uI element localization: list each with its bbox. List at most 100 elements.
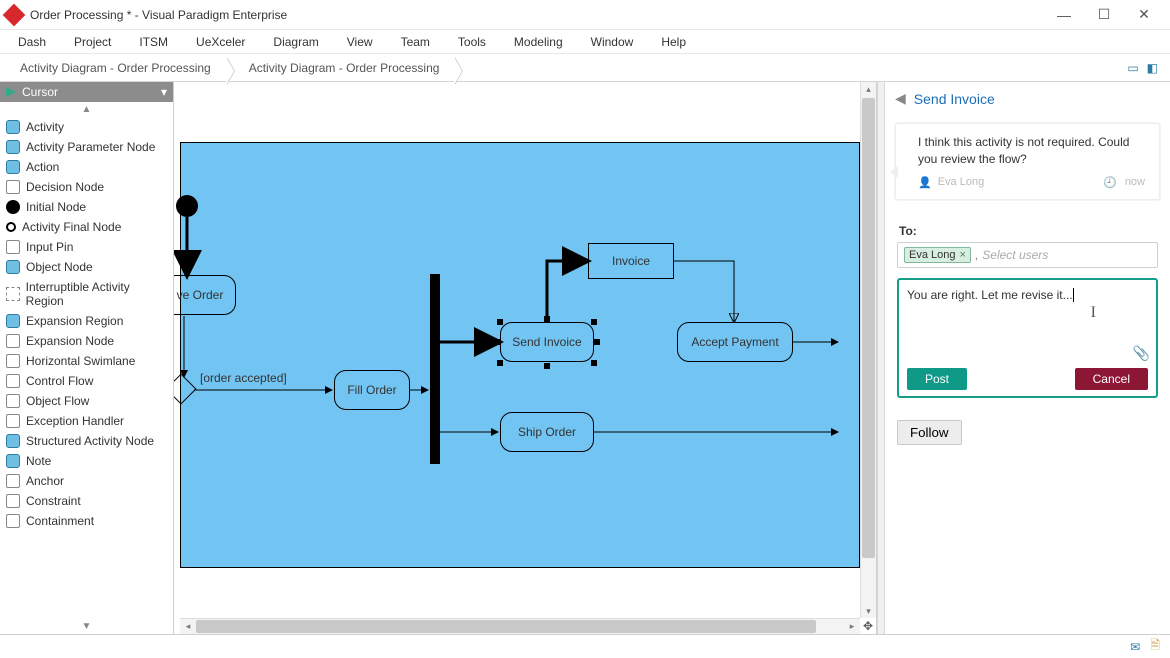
notes-icon[interactable]: 🗎	[1150, 636, 1160, 657]
selection-handle[interactable]	[594, 339, 600, 345]
palette-item-final[interactable]: Activity Final Node	[0, 217, 173, 237]
selection-handle[interactable]	[544, 363, 550, 369]
palette-cursor-label: Cursor	[22, 85, 58, 99]
expansion-region-icon	[6, 314, 20, 328]
chevron-down-icon: ▾	[161, 85, 167, 99]
node-ship-order[interactable]: Ship Order	[500, 412, 594, 452]
palette-cursor[interactable]: Cursor ▾	[0, 82, 173, 102]
mail-icon[interactable]: ✉	[1130, 640, 1140, 654]
breadcrumb-item[interactable]: Activity Diagram - Order Processing	[8, 57, 227, 79]
horizontal-scrollbar[interactable]: ◂ ▸	[180, 618, 860, 634]
selection-handle[interactable]	[497, 360, 503, 366]
text-cursor-icon: I	[1091, 304, 1096, 322]
palette-collapse-up[interactable]: ▲	[0, 102, 173, 117]
palette-item-initial[interactable]: Initial Node	[0, 197, 173, 217]
node-fill-order[interactable]: Fill Order	[334, 370, 410, 410]
toolbar-icon[interactable]: ◧	[1147, 61, 1158, 75]
menu-uexceler[interactable]: UeXceler	[196, 35, 245, 49]
scrollbar-thumb[interactable]	[196, 620, 816, 633]
menu-tools[interactable]: Tools	[458, 35, 486, 49]
palette-collapse-down[interactable]: ▼	[0, 619, 173, 634]
comment-text: I think this activity is not required. C…	[918, 134, 1145, 168]
palette-item-expansion-region[interactable]: Expansion Region	[0, 311, 173, 331]
selection-handle[interactable]	[591, 319, 597, 325]
activity-param-icon	[6, 140, 20, 154]
palette-item-expansion-node[interactable]: Expansion Node	[0, 331, 173, 351]
follow-button[interactable]: Follow	[897, 420, 962, 445]
comment-user: Eva Long	[938, 176, 984, 188]
node-send-invoice[interactable]: Send Invoice	[500, 322, 594, 362]
toolbar-icon[interactable]: ▭	[1127, 61, 1138, 75]
menu-itsm[interactable]: ITSM	[139, 35, 168, 49]
palette-item-activity[interactable]: Activity	[0, 117, 173, 137]
node-initial[interactable]	[176, 195, 198, 217]
back-icon[interactable]: ◀	[895, 90, 906, 107]
diagram-area[interactable]: ve Order Fill Order Send Invoice Invoice…	[174, 82, 877, 634]
breadcrumb-item[interactable]: Activity Diagram - Order Processing	[237, 57, 456, 79]
menu-view[interactable]: View	[347, 35, 373, 49]
initial-icon	[6, 200, 20, 214]
palette-item-control-flow[interactable]: Control Flow	[0, 371, 173, 391]
selection-handle[interactable]	[544, 316, 550, 322]
menu-help[interactable]: Help	[661, 35, 686, 49]
close-button[interactable]: ✕	[1124, 0, 1164, 30]
input-pin-icon	[6, 240, 20, 254]
user-chip[interactable]: Eva Long ×	[904, 247, 971, 263]
palette-item-constraint[interactable]: Constraint	[0, 491, 173, 511]
node-receive-order[interactable]: ve Order	[174, 275, 236, 315]
anchor-icon	[6, 474, 20, 488]
breadcrumb: Activity Diagram - Order Processing Acti…	[0, 54, 1170, 82]
palette-item-containment[interactable]: Containment	[0, 511, 173, 531]
palette-item-activity-param[interactable]: Activity Parameter Node	[0, 137, 173, 157]
palette-item-exception[interactable]: Exception Handler	[0, 411, 173, 431]
attachment-icon[interactable]: 📎	[1133, 345, 1150, 362]
menu-project[interactable]: Project	[74, 35, 111, 49]
exception-icon	[6, 414, 20, 428]
node-fork-bar[interactable]	[430, 274, 440, 464]
palette-item-input-pin[interactable]: Input Pin	[0, 237, 173, 257]
palette-item-swimlane[interactable]: Horizontal Swimlane	[0, 351, 173, 371]
chip-remove-icon[interactable]: ×	[959, 249, 965, 261]
pan-icon[interactable]: ✥	[860, 618, 876, 634]
menubar: Dash Project ITSM UeXceler Diagram View …	[0, 30, 1170, 54]
scrollbar-thumb[interactable]	[862, 98, 875, 558]
palette-item-structured[interactable]: Structured Activity Node	[0, 431, 173, 451]
cancel-button[interactable]: Cancel	[1075, 368, 1148, 390]
final-icon	[6, 222, 16, 232]
menu-window[interactable]: Window	[591, 35, 634, 49]
structured-icon	[6, 434, 20, 448]
palette-item-object-node[interactable]: Object Node	[0, 257, 173, 277]
selection-handle[interactable]	[497, 319, 503, 325]
control-flow-icon	[6, 374, 20, 388]
to-separator: ,	[975, 248, 978, 262]
splitter[interactable]	[877, 82, 885, 634]
palette-item-decision[interactable]: Decision Node	[0, 177, 173, 197]
panel-title: Send Invoice	[914, 91, 995, 107]
menu-diagram[interactable]: Diagram	[273, 35, 318, 49]
menu-dash[interactable]: Dash	[18, 35, 46, 49]
message-box[interactable]: You are right. Let me revise it... I 📎 P…	[897, 278, 1158, 398]
to-label: To:	[899, 224, 1156, 238]
menu-modeling[interactable]: Modeling	[514, 35, 563, 49]
vertical-scrollbar[interactable]: ▴ ▾	[860, 82, 876, 618]
minimize-button[interactable]: —	[1044, 0, 1084, 30]
menu-team[interactable]: Team	[401, 35, 430, 49]
palette-item-note[interactable]: Note	[0, 451, 173, 471]
app-logo-icon	[3, 3, 26, 26]
palette-item-interruptible[interactable]: Interruptible Activity Region	[0, 277, 173, 311]
post-button[interactable]: Post	[907, 368, 967, 390]
palette: Cursor ▾ ▲ Activity Activity Parameter N…	[0, 82, 174, 634]
comment-time: now	[1125, 176, 1145, 188]
node-accept-payment[interactable]: Accept Payment	[677, 322, 793, 362]
palette-item-anchor[interactable]: Anchor	[0, 471, 173, 491]
selection-handle[interactable]	[591, 360, 597, 366]
comments-panel: ◀ Send Invoice I think this activity is …	[885, 82, 1170, 634]
selection-handle[interactable]	[494, 339, 500, 345]
to-field[interactable]: Eva Long × , Select users	[897, 242, 1158, 268]
node-invoice[interactable]: Invoice	[588, 243, 674, 279]
maximize-button[interactable]: ☐	[1084, 0, 1124, 30]
palette-item-action[interactable]: Action	[0, 157, 173, 177]
chip-label: Eva Long	[909, 249, 955, 261]
palette-item-object-flow[interactable]: Object Flow	[0, 391, 173, 411]
object-node-icon	[6, 260, 20, 274]
